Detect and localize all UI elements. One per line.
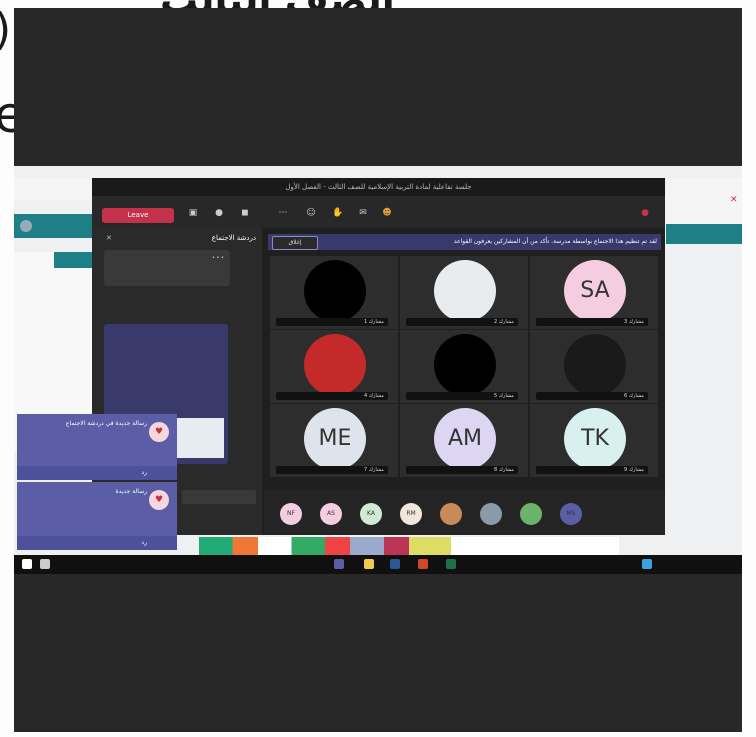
participant-tile[interactable]: مشارك 5	[400, 330, 528, 403]
participant-bar-avatar[interactable]: KA	[360, 503, 382, 525]
notification-message: رسالة جديدة	[115, 488, 147, 495]
participant-bar: NF AS KA RM MS	[264, 490, 665, 535]
participants-icon[interactable]: ☻	[382, 208, 392, 218]
participant-tile[interactable]: مشارك 4	[270, 330, 398, 403]
participant-tile[interactable]: ME مشارك 7	[270, 404, 398, 477]
notification-icon: ♥	[149, 422, 169, 442]
site-tab	[54, 252, 94, 268]
chat-header: دردشة الاجتماع	[211, 234, 256, 242]
banner-dismiss-button[interactable]: إغلاق	[272, 236, 318, 250]
mic-icon[interactable]: ●	[214, 208, 224, 218]
participant-name: مشارك 6	[536, 392, 648, 400]
participant-avatar	[564, 334, 626, 396]
notification-message: رسالة جديدة في دردشة الاجتماع	[65, 420, 147, 427]
reactions-icon[interactable]: ☺	[306, 208, 316, 218]
notification-reply[interactable]: رد	[17, 536, 177, 550]
participant-avatar: ME	[304, 408, 366, 470]
chat-message: • • •	[104, 250, 230, 286]
compose-box[interactable]	[182, 490, 256, 504]
participant-avatar	[304, 334, 366, 396]
chat-close-icon[interactable]: ✕	[106, 234, 112, 242]
notification-icon: ♥	[149, 490, 169, 510]
participant-name: مشارك 1	[276, 318, 388, 326]
participant-avatar: SA	[564, 260, 626, 322]
teams-meeting-window: جلسة تفاعلية لمادة التربية الإسلامية للص…	[92, 178, 665, 535]
site-header-right	[666, 224, 742, 244]
meeting-toolbar	[92, 196, 665, 228]
video-bottom-band	[14, 574, 742, 732]
participant-name: مشارك 2	[406, 318, 518, 326]
more-icon[interactable]: ⋯	[278, 208, 288, 218]
participant-tile[interactable]: TK مشارك 9	[530, 404, 658, 477]
participant-name: مشارك 9	[536, 466, 648, 474]
background-paren: )	[0, 4, 11, 55]
participant-bar-avatar[interactable]	[440, 503, 462, 525]
chat-notification[interactable]: ♥ رسالة جديدة رد	[17, 482, 177, 550]
participant-tile[interactable]: AM مشارك 8	[400, 404, 528, 477]
camera-icon[interactable]: ◼	[240, 208, 250, 218]
participant-avatar	[304, 260, 366, 322]
excel-icon[interactable]	[446, 559, 456, 569]
video-top-band	[14, 8, 742, 166]
participant-avatar: TK	[564, 408, 626, 470]
participant-name: مشارك 4	[276, 392, 388, 400]
explorer-icon[interactable]	[364, 559, 374, 569]
participant-avatar: AM	[434, 408, 496, 470]
participant-bar-avatar[interactable]: AS	[320, 503, 342, 525]
participant-tile[interactable]: مشارك 6	[530, 330, 658, 403]
participant-name: مشارك 8	[406, 466, 518, 474]
participant-tile[interactable]: مشارك 1	[270, 256, 398, 329]
share-icon[interactable]: ▣	[188, 208, 198, 218]
raise-hand-icon[interactable]: ✋	[332, 208, 343, 218]
participant-avatar	[434, 260, 496, 322]
chat-icon[interactable]: ✉	[358, 208, 368, 218]
participant-bar-avatar[interactable]: NF	[280, 503, 302, 525]
window-title: جلسة تفاعلية لمادة التربية الإسلامية للص…	[92, 178, 665, 196]
color-strip	[199, 537, 619, 555]
windows-taskbar	[14, 555, 742, 574]
word-icon[interactable]	[390, 559, 400, 569]
edge-icon[interactable]	[642, 559, 652, 569]
powerpoint-icon[interactable]	[418, 559, 428, 569]
leave-button[interactable]: Leave	[102, 208, 174, 223]
participant-bar-avatar[interactable]: MS	[560, 503, 582, 525]
start-icon[interactable]	[22, 559, 32, 569]
meeting-banner: لقد تم تنظيم هذا الاجتماع بواسطة مدرسة. …	[268, 234, 661, 250]
participant-name: مشارك 5	[406, 392, 518, 400]
participant-avatar	[434, 334, 496, 396]
notification-reply[interactable]: رد	[17, 466, 177, 480]
clock-icon: ●	[641, 208, 649, 218]
participant-bar-avatar[interactable]	[480, 503, 502, 525]
chat-notification[interactable]: ♥ رسالة جديدة في دردشة الاجتماع رد	[17, 414, 177, 480]
participant-bar-avatar[interactable]: RM	[400, 503, 422, 525]
participant-bar-avatar[interactable]	[520, 503, 542, 525]
participant-name: مشارك 7	[276, 466, 388, 474]
participant-tile[interactable]: SA مشارك 3	[530, 256, 658, 329]
site-avatar	[20, 220, 32, 232]
close-site-icon[interactable]: ✕	[730, 196, 738, 205]
video-grid: لقد تم تنظيم هذا الاجتماع بواسطة مدرسة. …	[264, 228, 665, 486]
participant-tile[interactable]: مشارك 2	[400, 256, 528, 329]
search-icon[interactable]	[40, 559, 50, 569]
browser-toolbar-left	[14, 178, 94, 200]
participant-name: مشارك 3	[536, 318, 648, 326]
teams-taskbar-icon[interactable]	[334, 559, 344, 569]
